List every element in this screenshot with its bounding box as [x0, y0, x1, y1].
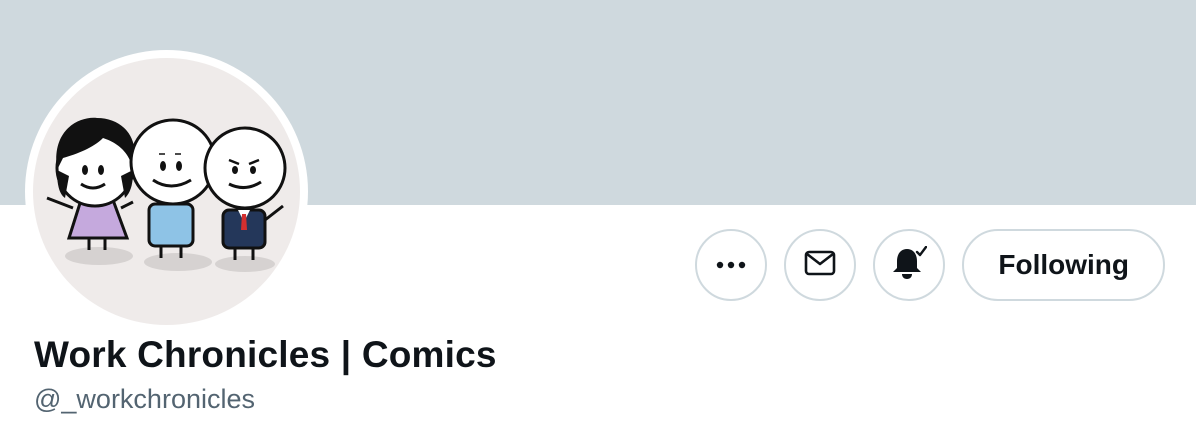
profile-handle: @_workchronicles	[34, 384, 255, 414]
message-button[interactable]	[784, 229, 857, 301]
avatar-illustration	[46, 117, 287, 272]
profile-display-name: Work Chronicles | Comics	[34, 334, 497, 375]
following-button[interactable]: Following	[962, 229, 1165, 301]
notifications-button[interactable]	[873, 229, 946, 301]
more-horizontal-icon	[716, 256, 746, 274]
more-button[interactable]	[695, 229, 768, 301]
bell-subscribed-icon	[891, 245, 928, 285]
following-label: Following	[998, 249, 1129, 280]
profile-actions: Following	[695, 229, 1165, 301]
avatar-image	[33, 58, 300, 325]
profile-avatar[interactable]	[25, 50, 308, 333]
envelope-icon	[804, 250, 836, 281]
